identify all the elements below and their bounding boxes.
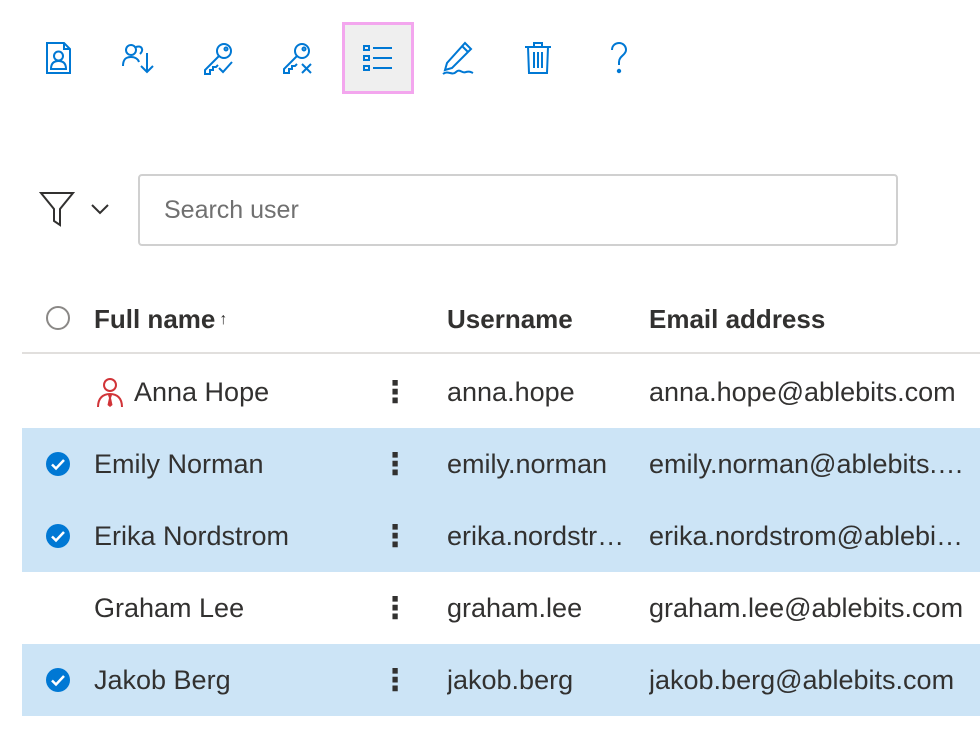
full-name-text: Emily Norman <box>94 448 264 479</box>
row-checkbox[interactable] <box>42 428 74 500</box>
import-users-icon <box>122 44 154 74</box>
user-details-button[interactable] <box>22 22 94 94</box>
column-header-username[interactable]: Username <box>447 304 573 335</box>
full-name-text: Anna Hope <box>134 376 270 407</box>
list-view-icon <box>363 45 392 71</box>
full-name-cell: Erika Nordstrom <box>94 500 384 572</box>
full-name-cell: Emily Norman <box>94 428 384 500</box>
full-name-cell: Anna Hope <box>94 356 384 428</box>
select-all-radio[interactable] <box>46 306 70 330</box>
more-options-icon[interactable]: ⋮ <box>378 356 412 428</box>
email-text: jakob.berg@ablebits.com <box>649 664 955 695</box>
import-users-button[interactable] <box>102 22 174 94</box>
more-options-icon[interactable]: ⋮ <box>378 572 412 644</box>
trash-icon <box>525 42 551 74</box>
column-header-full-name[interactable]: Full name ↑ <box>94 304 227 335</box>
table-row[interactable]: Graham Lee ⋮ graham.lee graham.lee@ablebits… <box>22 572 980 644</box>
row-checkbox[interactable] <box>42 356 74 428</box>
username-text: anna.hope <box>447 376 575 407</box>
filter-dropdown[interactable] <box>38 182 116 236</box>
username-cell: anna.hope <box>447 356 627 428</box>
help-button[interactable] <box>582 22 654 94</box>
edit-pen-icon <box>442 41 474 75</box>
chevron-down-icon <box>91 204 109 215</box>
row-checkbox[interactable] <box>42 572 74 644</box>
edit-user-button[interactable] <box>422 22 494 94</box>
email-cell: jakob.berg@ablebits.com <box>649 644 969 716</box>
filter-icon <box>38 192 76 227</box>
username-cell: graham.lee <box>447 572 627 644</box>
table-row[interactable]: Emily Norman ⋮ emily.norman emily.norman@ab… <box>22 428 980 500</box>
email-text: anna.hope@ablebits.com <box>649 376 956 407</box>
email-cell: anna.hope@ablebits.com <box>649 356 969 428</box>
checkmark-circle-icon <box>46 668 70 692</box>
more-options-icon[interactable]: ⋮ <box>378 428 412 500</box>
user-card-icon <box>46 42 71 74</box>
full-name-header-label: Full name <box>94 304 216 334</box>
help-icon <box>611 41 628 74</box>
username-cell: jakob.berg <box>447 644 627 716</box>
full-name-text: Erika Nordstrom <box>94 520 290 551</box>
table-row[interactable]: Erika Nordstrom ⋮ erika.nordstrom erika.nor… <box>22 500 980 572</box>
username-text: erika.nordstrom <box>447 520 627 551</box>
table-row[interactable]: Jakob Berg ⋮ jakob.berg jakob.berg@ablebits… <box>22 644 980 716</box>
email-cell: erika.nordstrom@ablebits.com <box>649 500 969 572</box>
delete-user-button[interactable] <box>502 22 574 94</box>
email-cell: emily.norman@ablebits.com <box>649 428 969 500</box>
username-cell: emily.norman <box>447 428 627 500</box>
email-text: erika.nordstrom@ablebits.com <box>649 520 969 551</box>
full-name-text: Jakob Berg <box>94 664 231 695</box>
more-options-icon[interactable]: ⋮ <box>378 500 412 572</box>
checkmark-circle-icon <box>46 524 70 548</box>
email-cell: graham.lee@ablebits.com <box>649 572 969 644</box>
full-name-cell: Jakob Berg <box>94 644 384 716</box>
more-options-icon[interactable]: ⋮ <box>378 644 412 716</box>
table-header: Full name ↑ Username Email address <box>22 286 980 354</box>
row-checkbox[interactable] <box>42 500 74 572</box>
grant-permission-button[interactable] <box>182 22 254 94</box>
email-text: emily.norman@ablebits.com <box>649 448 969 479</box>
revoke-permission-button[interactable] <box>262 22 334 94</box>
list-view-button[interactable] <box>342 22 414 94</box>
full-name-text: Graham Lee <box>94 592 245 623</box>
search-input[interactable] <box>138 174 898 246</box>
sort-ascending-icon: ↑ <box>219 311 228 328</box>
key-remove-icon <box>283 43 312 74</box>
table-row[interactable]: Anna Hope ⋮ anna.hope anna.hope@ablebits.co… <box>22 356 980 428</box>
checkmark-circle-icon <box>46 452 70 476</box>
username-text: emily.norman <box>447 448 608 479</box>
column-header-email[interactable]: Email address <box>649 304 825 335</box>
username-cell: erika.nordstrom <box>447 500 627 572</box>
key-check-icon <box>204 43 233 75</box>
admin-user-icon <box>97 378 123 408</box>
username-text: graham.lee <box>447 592 583 623</box>
email-text: graham.lee@ablebits.com <box>649 592 964 623</box>
full-name-cell: Graham Lee <box>94 572 384 644</box>
username-text: jakob.berg <box>447 664 574 695</box>
row-checkbox[interactable] <box>42 644 74 716</box>
